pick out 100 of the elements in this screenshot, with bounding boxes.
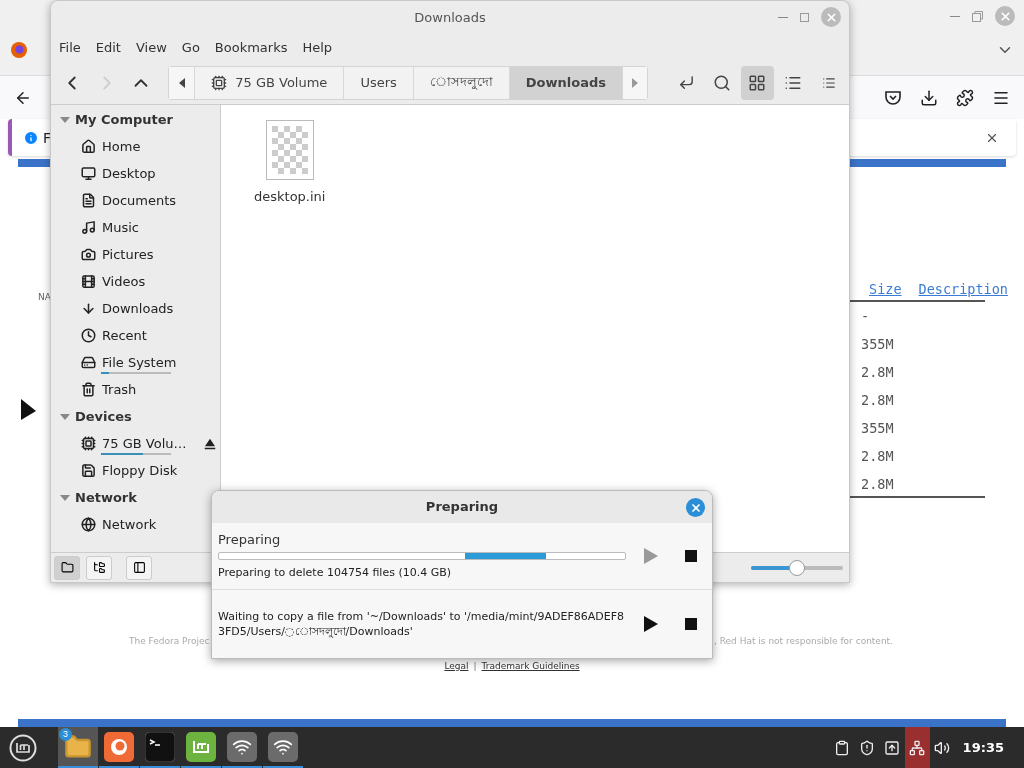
grid-view-icon: [748, 73, 767, 92]
extensions-icon[interactable]: [956, 88, 974, 107]
table-cell-text: -: [860, 307, 871, 326]
document-icon: [81, 193, 96, 208]
scroll-right-button[interactable]: [622, 66, 647, 99]
column-heading-link[interactable]: Description: [918, 281, 1008, 297]
eject-icon: [884, 739, 901, 756]
zoom-slider[interactable]: [751, 559, 843, 576]
sidebar-item[interactable]: Videos: [51, 268, 220, 295]
drive-icon: [81, 355, 96, 370]
return-arrow-icon: [677, 74, 695, 91]
download-icon[interactable]: [920, 88, 938, 107]
file-thumbnail: [265, 120, 314, 180]
mouse-pointer-icon: [20, 398, 38, 422]
dialog-title: Preparing: [425, 499, 499, 515]
mint-logo-icon: [8, 733, 37, 762]
job-status: Waiting to copy a file from '~/Downloads' to '/media/mint/9ADEF86ADEF83FD5/Users/◌োসদলুদো/Downloads': [218, 609, 626, 640]
play-icon: [644, 548, 658, 565]
sidebar-item[interactable]: Recent: [51, 322, 220, 349]
minimize-button[interactable]: [778, 16, 788, 18]
minimize-button[interactable]: [950, 15, 960, 17]
chip-icon: [211, 74, 228, 91]
sidebar-item[interactable]: Floppy Disk: [51, 457, 220, 484]
left-triangle-icon: [178, 77, 185, 88]
terminal-icon: [145, 731, 175, 762]
file-name[interactable]: desktop.ini: [254, 189, 326, 204]
sidebar-toggle-button[interactable]: [126, 555, 152, 580]
volume-icon: [934, 739, 951, 756]
table-cell-text: 2.8M: [860, 391, 895, 410]
sidebar-item[interactable]: Home: [51, 133, 220, 160]
stop-icon: [685, 618, 697, 631]
compact-list-icon: [821, 75, 836, 90]
menu-item[interactable]: View: [135, 39, 167, 55]
folder-icon: [64, 732, 92, 761]
firefox-logo-icon[interactable]: [11, 41, 27, 58]
column-heading: NA: [38, 292, 51, 304]
grid-view-button[interactable]: [741, 65, 774, 100]
sidebar-item[interactable]: 75 GB Volu…: [51, 430, 220, 457]
sidebar-item[interactable]: Documents: [51, 187, 220, 214]
sidebar-item[interactable]: Pictures: [51, 241, 220, 268]
menu-item[interactable]: Edit: [95, 39, 121, 55]
close-icon: [998, 9, 1012, 23]
separator-text: |: [473, 661, 477, 671]
footer-link[interactable]: Trademark Guidelines: [481, 661, 580, 671]
trash-icon: [81, 382, 96, 397]
tree-icon: [92, 561, 106, 574]
chip-icon: [81, 436, 96, 451]
notification-text: F: [43, 129, 53, 146]
count-badge: 3: [59, 728, 72, 741]
pocket-icon[interactable]: [884, 88, 902, 107]
expander-triangle-icon: [60, 114, 70, 125]
music-note-icon: [81, 220, 96, 235]
table-cell-text: 2.8M: [860, 363, 895, 382]
sidebar-item[interactable]: Downloads: [51, 295, 220, 322]
clipboard-icon: [834, 739, 851, 756]
footer-text: The Fedora Projec: [129, 636, 210, 646]
film-icon: [81, 274, 96, 289]
mint-logo-icon: [186, 731, 216, 762]
close-icon: [824, 10, 838, 24]
close-button[interactable]: [686, 498, 705, 517]
right-triangle-icon: [632, 77, 638, 88]
tree-button[interactable]: [86, 555, 112, 580]
scroll-left-button[interactable]: [169, 66, 195, 99]
menu-item[interactable]: File: [59, 39, 81, 55]
section-header[interactable]: My Computer: [51, 106, 220, 133]
menu-item[interactable]: Bookmarks: [214, 39, 288, 55]
shield-icon: [859, 739, 876, 756]
table-cell-text: 2.8M: [860, 475, 895, 494]
job-status: Preparing to delete 104754 files (10.4 GB): [218, 565, 453, 581]
clock-icon: [81, 328, 96, 343]
window-title: Downloads: [414, 9, 486, 25]
section-header[interactable]: Devices: [51, 403, 220, 430]
expander-triangle-icon: [60, 411, 70, 422]
menu-item[interactable]: Help: [302, 39, 333, 55]
breadcrumb-button[interactable]: Downloads: [508, 66, 622, 99]
globe-icon: [81, 517, 96, 532]
info-icon: [23, 129, 39, 146]
table-cell-text: 355M: [860, 335, 895, 354]
close-icon: [689, 501, 702, 514]
table-cell-text: 355M: [860, 419, 895, 438]
expander-triangle-icon: [60, 492, 70, 503]
column-heading-link[interactable]: Size: [869, 281, 902, 297]
footer-link[interactable]: Legal: [444, 661, 469, 671]
camera-icon: [81, 247, 96, 262]
stop-icon: [685, 550, 697, 563]
network-button[interactable]: [904, 727, 930, 768]
sidebar-item[interactable]: Desktop: [51, 160, 220, 187]
monitor-icon: [81, 166, 96, 181]
network-icon: [909, 739, 926, 756]
sidebar-item[interactable]: Trash: [51, 376, 220, 403]
sidebar-item[interactable]: Music: [51, 214, 220, 241]
folder-button[interactable]: [54, 555, 80, 580]
search-icon: [712, 73, 731, 92]
play-icon: [644, 616, 658, 633]
sidebar-item[interactable]: File System: [51, 349, 220, 376]
footer-text: , Red Hat is not responsible for content.: [714, 636, 893, 646]
table-cell-text: 2.8M: [860, 447, 895, 466]
folder-icon: [60, 561, 74, 574]
menu-item[interactable]: Go: [181, 39, 200, 55]
down-arrow-icon: [81, 301, 96, 316]
